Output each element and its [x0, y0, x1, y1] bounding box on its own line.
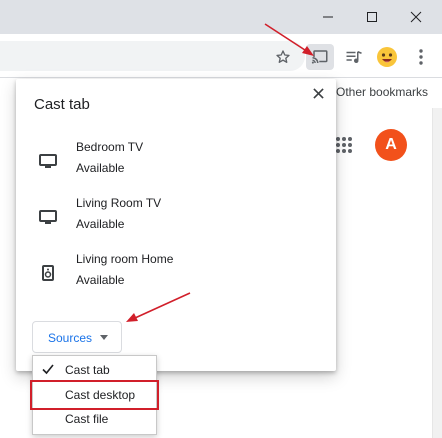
- menu-item-cast-tab[interactable]: Cast tab: [33, 359, 156, 381]
- highlight-annotation-box: [30, 380, 159, 410]
- profile-avatar-icon: [377, 47, 397, 67]
- device-name: Living Room TV: [76, 196, 162, 210]
- browser-window: Other bookmarks A Cast tab Bedroom TV Av…: [0, 0, 442, 438]
- device-item[interactable]: Living room Home Available: [16, 252, 336, 304]
- menu-item-label: Cast tab: [65, 363, 110, 377]
- tv-icon: [39, 210, 57, 224]
- maximize-button[interactable]: [350, 0, 394, 34]
- media-control-icon: [346, 51, 362, 63]
- close-icon: [410, 11, 422, 23]
- account-avatar[interactable]: A: [375, 129, 407, 161]
- device-status: Available: [76, 161, 125, 175]
- cast-icon: [311, 50, 328, 64]
- device-status: Available: [76, 217, 125, 231]
- tv-icon: [39, 154, 57, 168]
- menu-item-label: Cast file: [65, 412, 109, 426]
- device-name: Bedroom TV: [76, 140, 144, 154]
- media-control-button[interactable]: [341, 44, 367, 70]
- close-icon: [312, 87, 324, 99]
- cast-button[interactable]: [306, 44, 334, 70]
- title-bar: [0, 0, 442, 34]
- minimize-button[interactable]: [306, 0, 350, 34]
- chevron-down-icon: [100, 335, 108, 340]
- other-bookmarks-link[interactable]: Other bookmarks: [336, 85, 428, 99]
- sources-dropdown-button[interactable]: Sources: [32, 321, 122, 353]
- dialog-title: Cast tab: [34, 96, 90, 113]
- device-item[interactable]: Bedroom TV Available: [16, 140, 336, 192]
- browser-toolbar: [0, 34, 442, 78]
- cast-dialog: Cast tab Bedroom TV Available Living Roo…: [16, 79, 336, 371]
- close-window-button[interactable]: [394, 0, 438, 34]
- dialog-close-button[interactable]: [309, 84, 327, 102]
- device-item[interactable]: Living Room TV Available: [16, 196, 336, 248]
- chrome-menu-button[interactable]: [408, 44, 434, 70]
- star-icon: [276, 50, 290, 63]
- device-status: Available: [76, 273, 125, 287]
- device-name: Living room Home: [76, 252, 174, 266]
- address-bar[interactable]: [0, 41, 305, 71]
- maximize-icon: [367, 12, 377, 22]
- speaker-icon: [42, 265, 54, 281]
- profile-button[interactable]: [374, 44, 400, 70]
- bookmark-star-button[interactable]: [270, 44, 296, 70]
- checkmark-icon: [42, 364, 54, 375]
- minimize-icon: [323, 16, 333, 18]
- page-scrollbar[interactable]: [432, 108, 442, 438]
- apps-grid-icon[interactable]: [336, 137, 352, 153]
- menu-icon: [419, 49, 423, 65]
- sources-label: Sources: [48, 331, 93, 345]
- menu-item-cast-file[interactable]: Cast file: [33, 408, 156, 430]
